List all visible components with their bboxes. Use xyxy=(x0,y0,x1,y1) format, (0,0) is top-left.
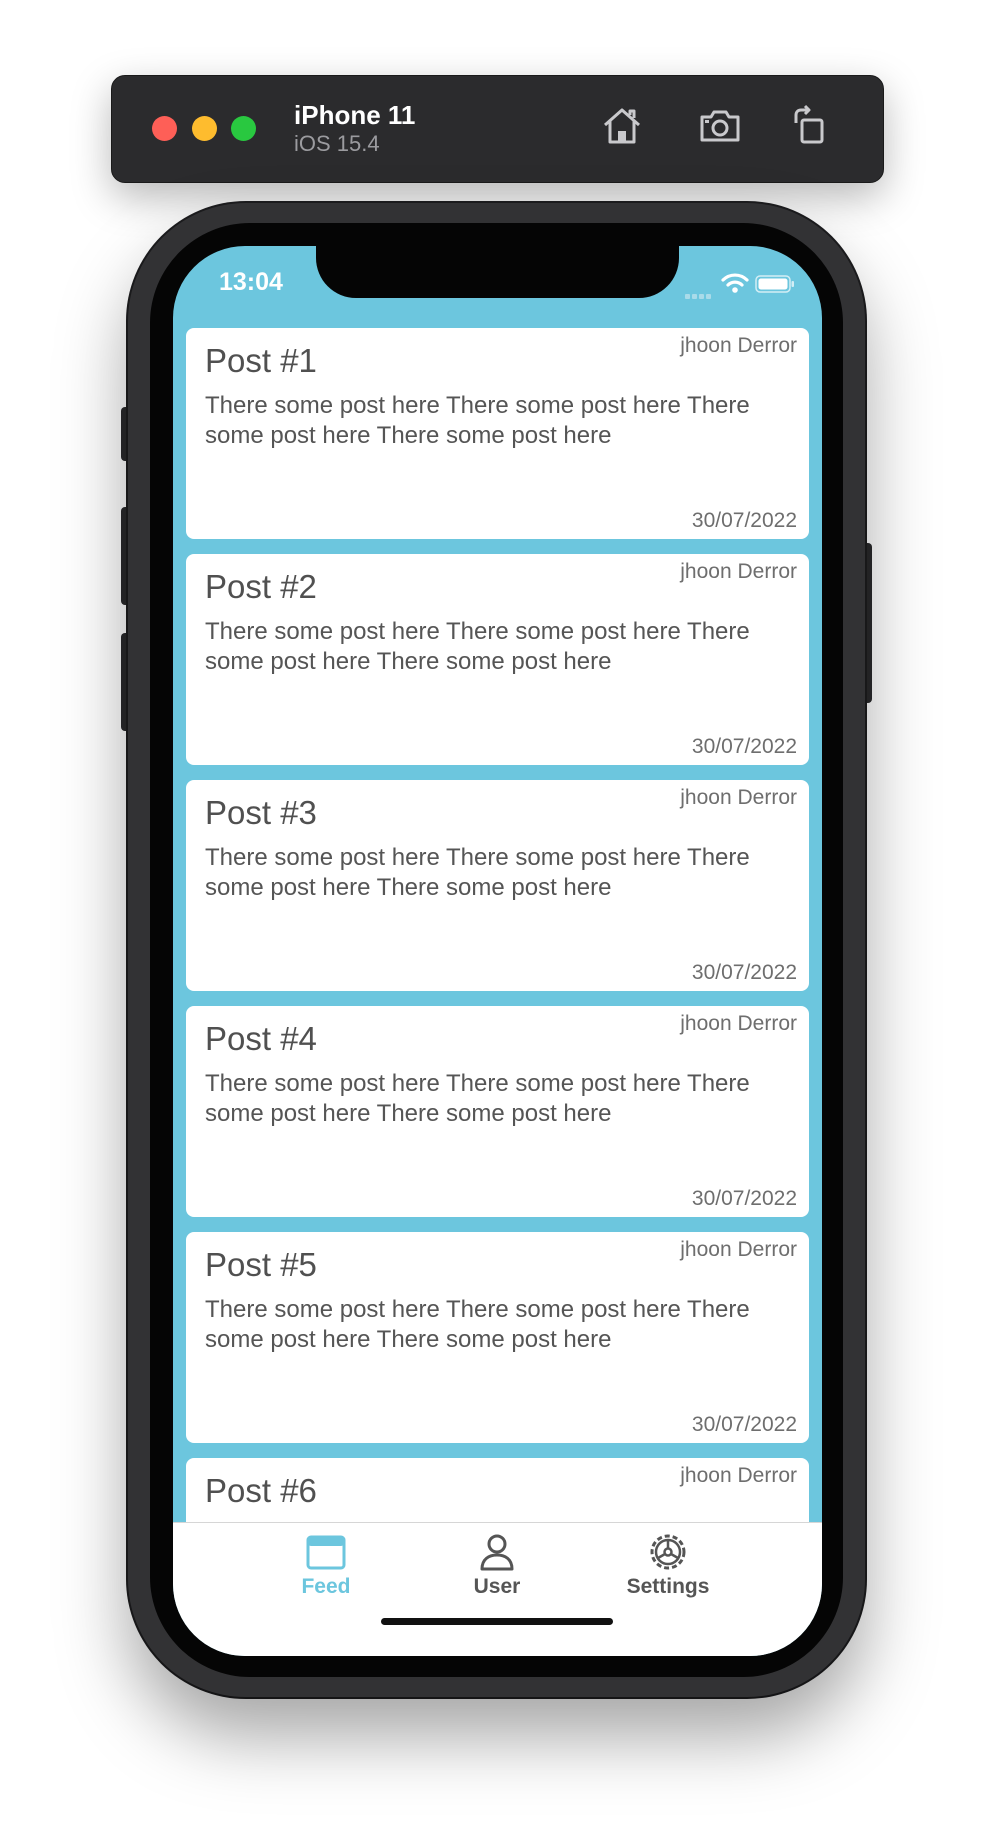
post-title: Post #1 xyxy=(205,342,317,379)
post-author: jhoon Derror xyxy=(680,786,797,809)
tab-settings-label: Settings xyxy=(626,1575,710,1598)
post-date: 30/07/2022 xyxy=(691,1187,797,1210)
cellular-signal-icon xyxy=(685,286,715,299)
battery-icon xyxy=(755,275,795,293)
user-icon xyxy=(480,1534,514,1571)
tab-user[interactable]: User xyxy=(437,1531,557,1611)
tab-bar: Feed User Settings xyxy=(173,1522,822,1656)
tab-feed-label: Feed xyxy=(301,1575,351,1598)
notch xyxy=(316,246,679,298)
screenshot-camera-icon[interactable] xyxy=(697,103,743,149)
os-version: iOS 15.4 xyxy=(294,131,380,156)
simulator-toolbar xyxy=(111,75,884,183)
feed-list[interactable]: Post #1 jhoon Derror There some post her… xyxy=(173,328,822,1522)
status-time: 13:04 xyxy=(219,268,283,296)
post-body: There some post here There some post her… xyxy=(205,844,750,901)
post-author: jhoon Derror xyxy=(680,334,797,357)
device-name: iPhone 11 xyxy=(294,100,416,130)
post-title: Post #2 xyxy=(205,568,317,605)
post-card[interactable]: Post #5 jhoon Derror There some post her… xyxy=(186,1232,809,1443)
post-body: There some post here There some post her… xyxy=(205,1296,750,1353)
post-author: jhoon Derror xyxy=(680,1464,797,1487)
minimize-window-button[interactable] xyxy=(192,116,217,141)
home-indicator[interactable] xyxy=(381,1618,613,1625)
post-body: There some post here There some post her… xyxy=(205,392,750,449)
post-card[interactable]: Post #3 jhoon Derror There some post her… xyxy=(186,780,809,991)
phone-screen: 13:04 Post #1 jhoon Derror There some po… xyxy=(173,246,822,1656)
post-card[interactable]: Post #2 jhoon Derror There some post her… xyxy=(186,554,809,765)
tab-user-label: User xyxy=(473,1575,521,1598)
post-title: Post #6 xyxy=(205,1472,317,1509)
home-icon[interactable] xyxy=(599,103,645,149)
wifi-icon xyxy=(721,272,749,294)
post-author: jhoon Derror xyxy=(680,1238,797,1261)
post-date: 30/07/2022 xyxy=(691,509,797,532)
post-date: 30/07/2022 xyxy=(691,961,797,984)
post-title: Post #4 xyxy=(205,1020,317,1057)
tab-feed[interactable]: Feed xyxy=(266,1531,386,1611)
post-body: There some post here There some post her… xyxy=(205,1070,750,1127)
post-body: There some post here There some post her… xyxy=(205,618,750,675)
post-date: 30/07/2022 xyxy=(691,1413,797,1436)
tab-settings[interactable]: Settings xyxy=(608,1531,728,1611)
post-author: jhoon Derror xyxy=(680,1012,797,1035)
close-window-button[interactable] xyxy=(152,116,177,141)
post-card[interactable]: Post #4 jhoon Derror There some post her… xyxy=(186,1006,809,1217)
post-title: Post #3 xyxy=(205,794,317,831)
rotate-icon[interactable] xyxy=(788,103,834,149)
post-date: 30/07/2022 xyxy=(691,735,797,758)
settings-gear-icon xyxy=(650,1534,686,1570)
zoom-window-button[interactable] xyxy=(231,116,256,141)
post-author: jhoon Derror xyxy=(680,560,797,583)
post-card[interactable]: Post #1 jhoon Derror There some post her… xyxy=(186,328,809,539)
post-card[interactable]: Post #6 jhoon Derror xyxy=(186,1458,809,1522)
feed-window-icon xyxy=(306,1535,346,1570)
post-title: Post #5 xyxy=(205,1246,317,1283)
